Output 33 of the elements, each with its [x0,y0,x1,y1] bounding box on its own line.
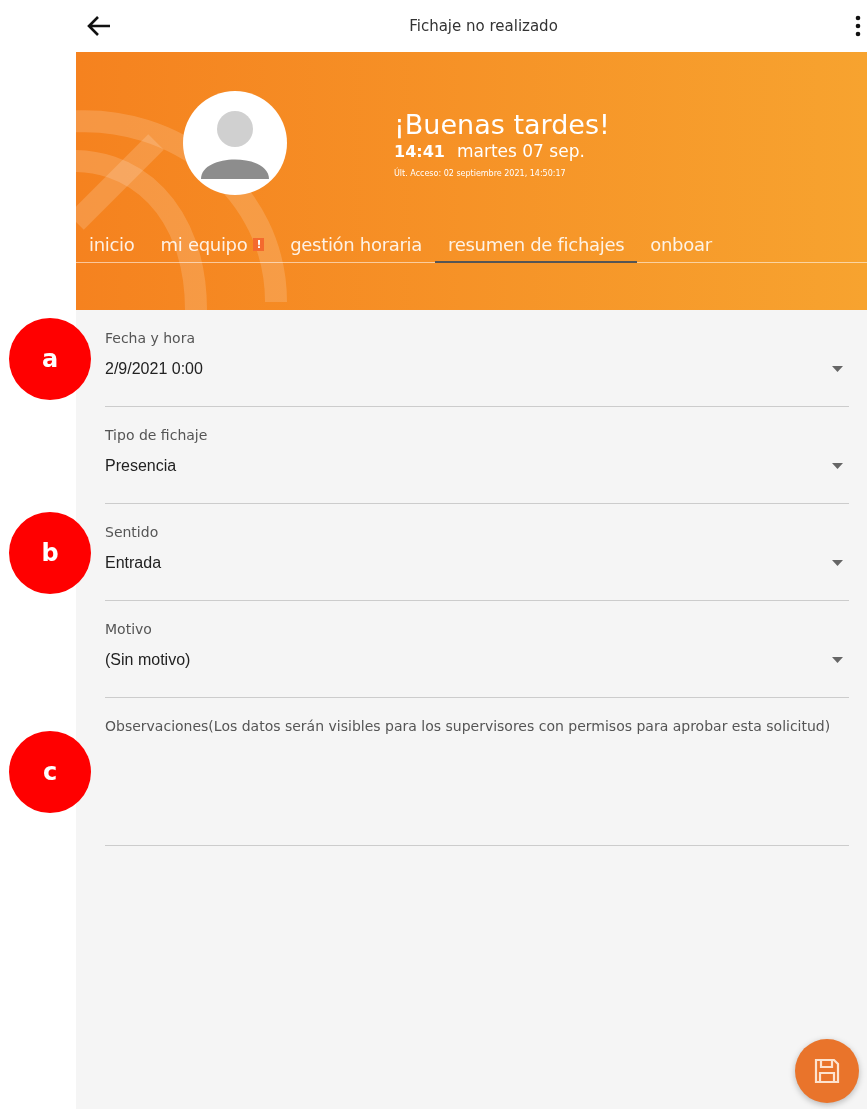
dropdown-field[interactable]: (Sin motivo) [105,651,849,679]
page-title: Fichaje no realizado [409,17,558,35]
last-access: Últ. Acceso: 02 septiembre 2021, 14:50:17 [394,168,567,178]
more-vertical-icon [855,15,861,37]
annotation-marker: b [9,511,91,594]
nav-tab[interactable]: gestión horaria [277,234,436,263]
annotation-marker: c [9,731,91,813]
dropdown-caret-icon [832,560,843,566]
avatar-icon [183,91,287,195]
nav-tab[interactable]: mi equipo ! [147,234,278,263]
dropdown-field[interactable]: 2/9/2021 0:00 [105,360,849,388]
alert-badge: ! [253,238,265,251]
back-button[interactable] [86,14,112,38]
current-time: 14:41 [394,141,445,161]
more-menu-button[interactable] [855,15,861,37]
nav-tab[interactable]: inicio [76,234,148,263]
dropdown-caret-icon [832,657,843,663]
annotation-marker: a [9,317,91,400]
field-label: Tipo de fichaje [105,426,209,445]
dropdown-field[interactable]: Presencia [105,457,849,485]
back-arrow-icon [86,14,112,38]
greeting: ¡Buenas tardes! [394,108,610,141]
nav-tab[interactable]: resumen de fichajes [435,234,638,263]
current-date: martes 07 sep. [456,140,585,161]
dropdown-caret-icon [832,463,843,469]
dropdown-field[interactable]: Entrada [105,554,849,582]
nav-tab[interactable]: onboar [637,234,725,263]
save-button[interactable] [795,1039,859,1103]
field-label: Sentido [105,523,160,542]
field-label: Observaciones(Los datos serán visibles para los supervisores con permisos para aprobar esta solicitud) [105,717,832,736]
field-label: Fecha y hora [105,329,196,348]
dropdown-caret-icon [832,366,843,372]
field-label: Motivo [105,620,153,639]
